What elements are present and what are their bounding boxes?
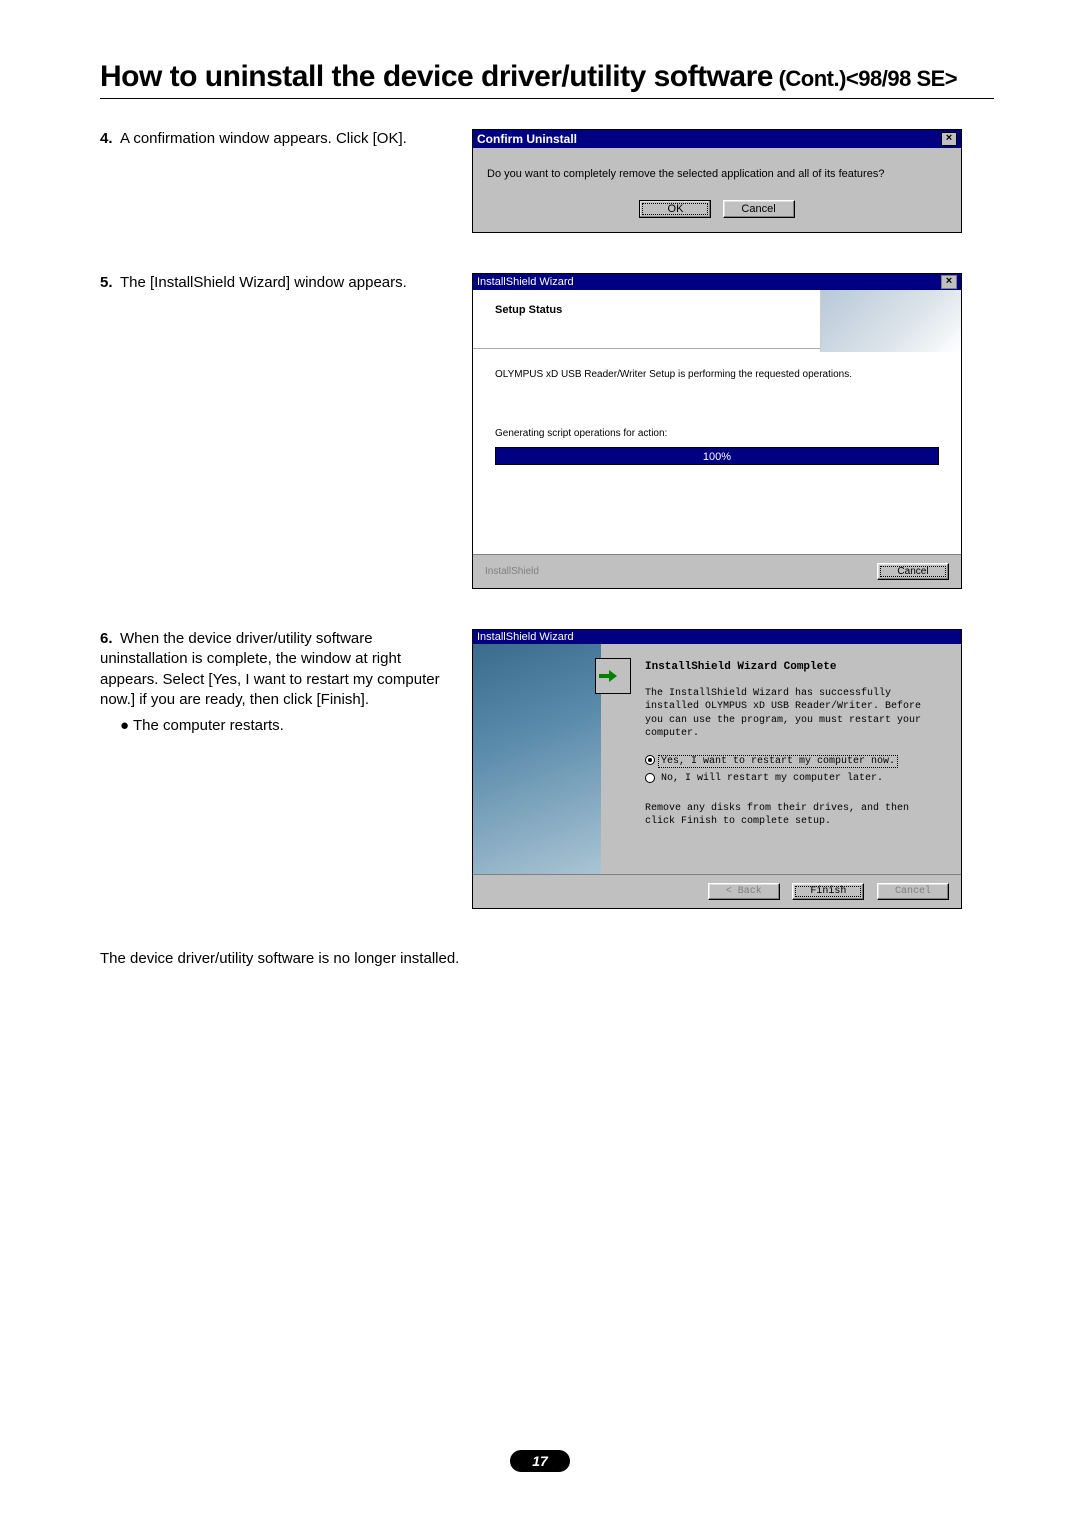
step5-number: 5. — [100, 273, 120, 293]
close-icon[interactable]: × — [941, 275, 957, 289]
installshield-complete-dialog: InstallShield Wizard InstallShield Wizar… — [472, 629, 962, 909]
restart-later-label[interactable]: No, I will restart my computer later. — [659, 773, 885, 784]
cancel-button[interactable]: Cancel — [877, 563, 949, 580]
confirm-dialog-message: Do you want to completely remove the sel… — [487, 168, 947, 180]
step6-number: 6. — [100, 629, 120, 649]
complete-heading: InstallShield Wizard Complete — [645, 660, 945, 675]
step6-bullet: ● The computer restarts. — [120, 716, 462, 736]
wizard-side-graphic — [473, 644, 601, 874]
progress-bar: 100% — [495, 447, 939, 465]
restart-now-label[interactable]: Yes, I want to restart my computer now. — [659, 756, 897, 767]
complete-paragraph: The InstallShield Wizard has successfull… — [645, 687, 945, 741]
step4-number: 4. — [100, 129, 120, 149]
cancel-button[interactable]: Cancel — [723, 200, 795, 218]
ok-button[interactable]: OK — [639, 200, 711, 218]
title-sub: (Cont.)<98/98 SE> — [773, 66, 957, 91]
restart-later-radio[interactable] — [645, 773, 655, 783]
step6-text: When the device driver/utility software … — [100, 630, 440, 708]
step5-text: The [InstallShield Wizard] window appear… — [120, 274, 407, 291]
installshield-progress-dialog: InstallShield Wizard × Setup Status OLYM… — [472, 273, 962, 589]
step4-text: A confirmation window appears. Click [OK… — [120, 130, 407, 147]
confirm-dialog-title: Confirm Uninstall — [477, 132, 577, 146]
dialog-header-graphic — [820, 290, 961, 352]
closing-text: The device driver/utility software is no… — [100, 949, 462, 969]
complete-note: Remove any disks from their drives, and … — [645, 802, 945, 829]
setup-complete-icon — [595, 658, 631, 694]
progress-dialog-title: InstallShield Wizard — [477, 276, 574, 288]
setup-status-line: OLYMPUS xD USB Reader/Writer Setup is pe… — [495, 369, 939, 380]
page-number: 17 — [510, 1450, 570, 1472]
confirm-uninstall-dialog: Confirm Uninstall × Do you want to compl… — [472, 129, 962, 233]
title-main: How to uninstall the device driver/utili… — [100, 60, 773, 93]
close-icon[interactable]: × — [941, 132, 957, 146]
back-button: < Back — [708, 883, 780, 900]
section-title: How to uninstall the device driver/utili… — [100, 60, 994, 99]
restart-now-radio[interactable] — [645, 755, 655, 765]
complete-dialog-title: InstallShield Wizard — [473, 630, 961, 644]
cancel-button: Cancel — [877, 883, 949, 900]
finish-button[interactable]: Finish — [792, 883, 864, 900]
installshield-brand: InstallShield — [485, 566, 539, 577]
setup-action-line: Generating script operations for action: — [495, 428, 939, 439]
